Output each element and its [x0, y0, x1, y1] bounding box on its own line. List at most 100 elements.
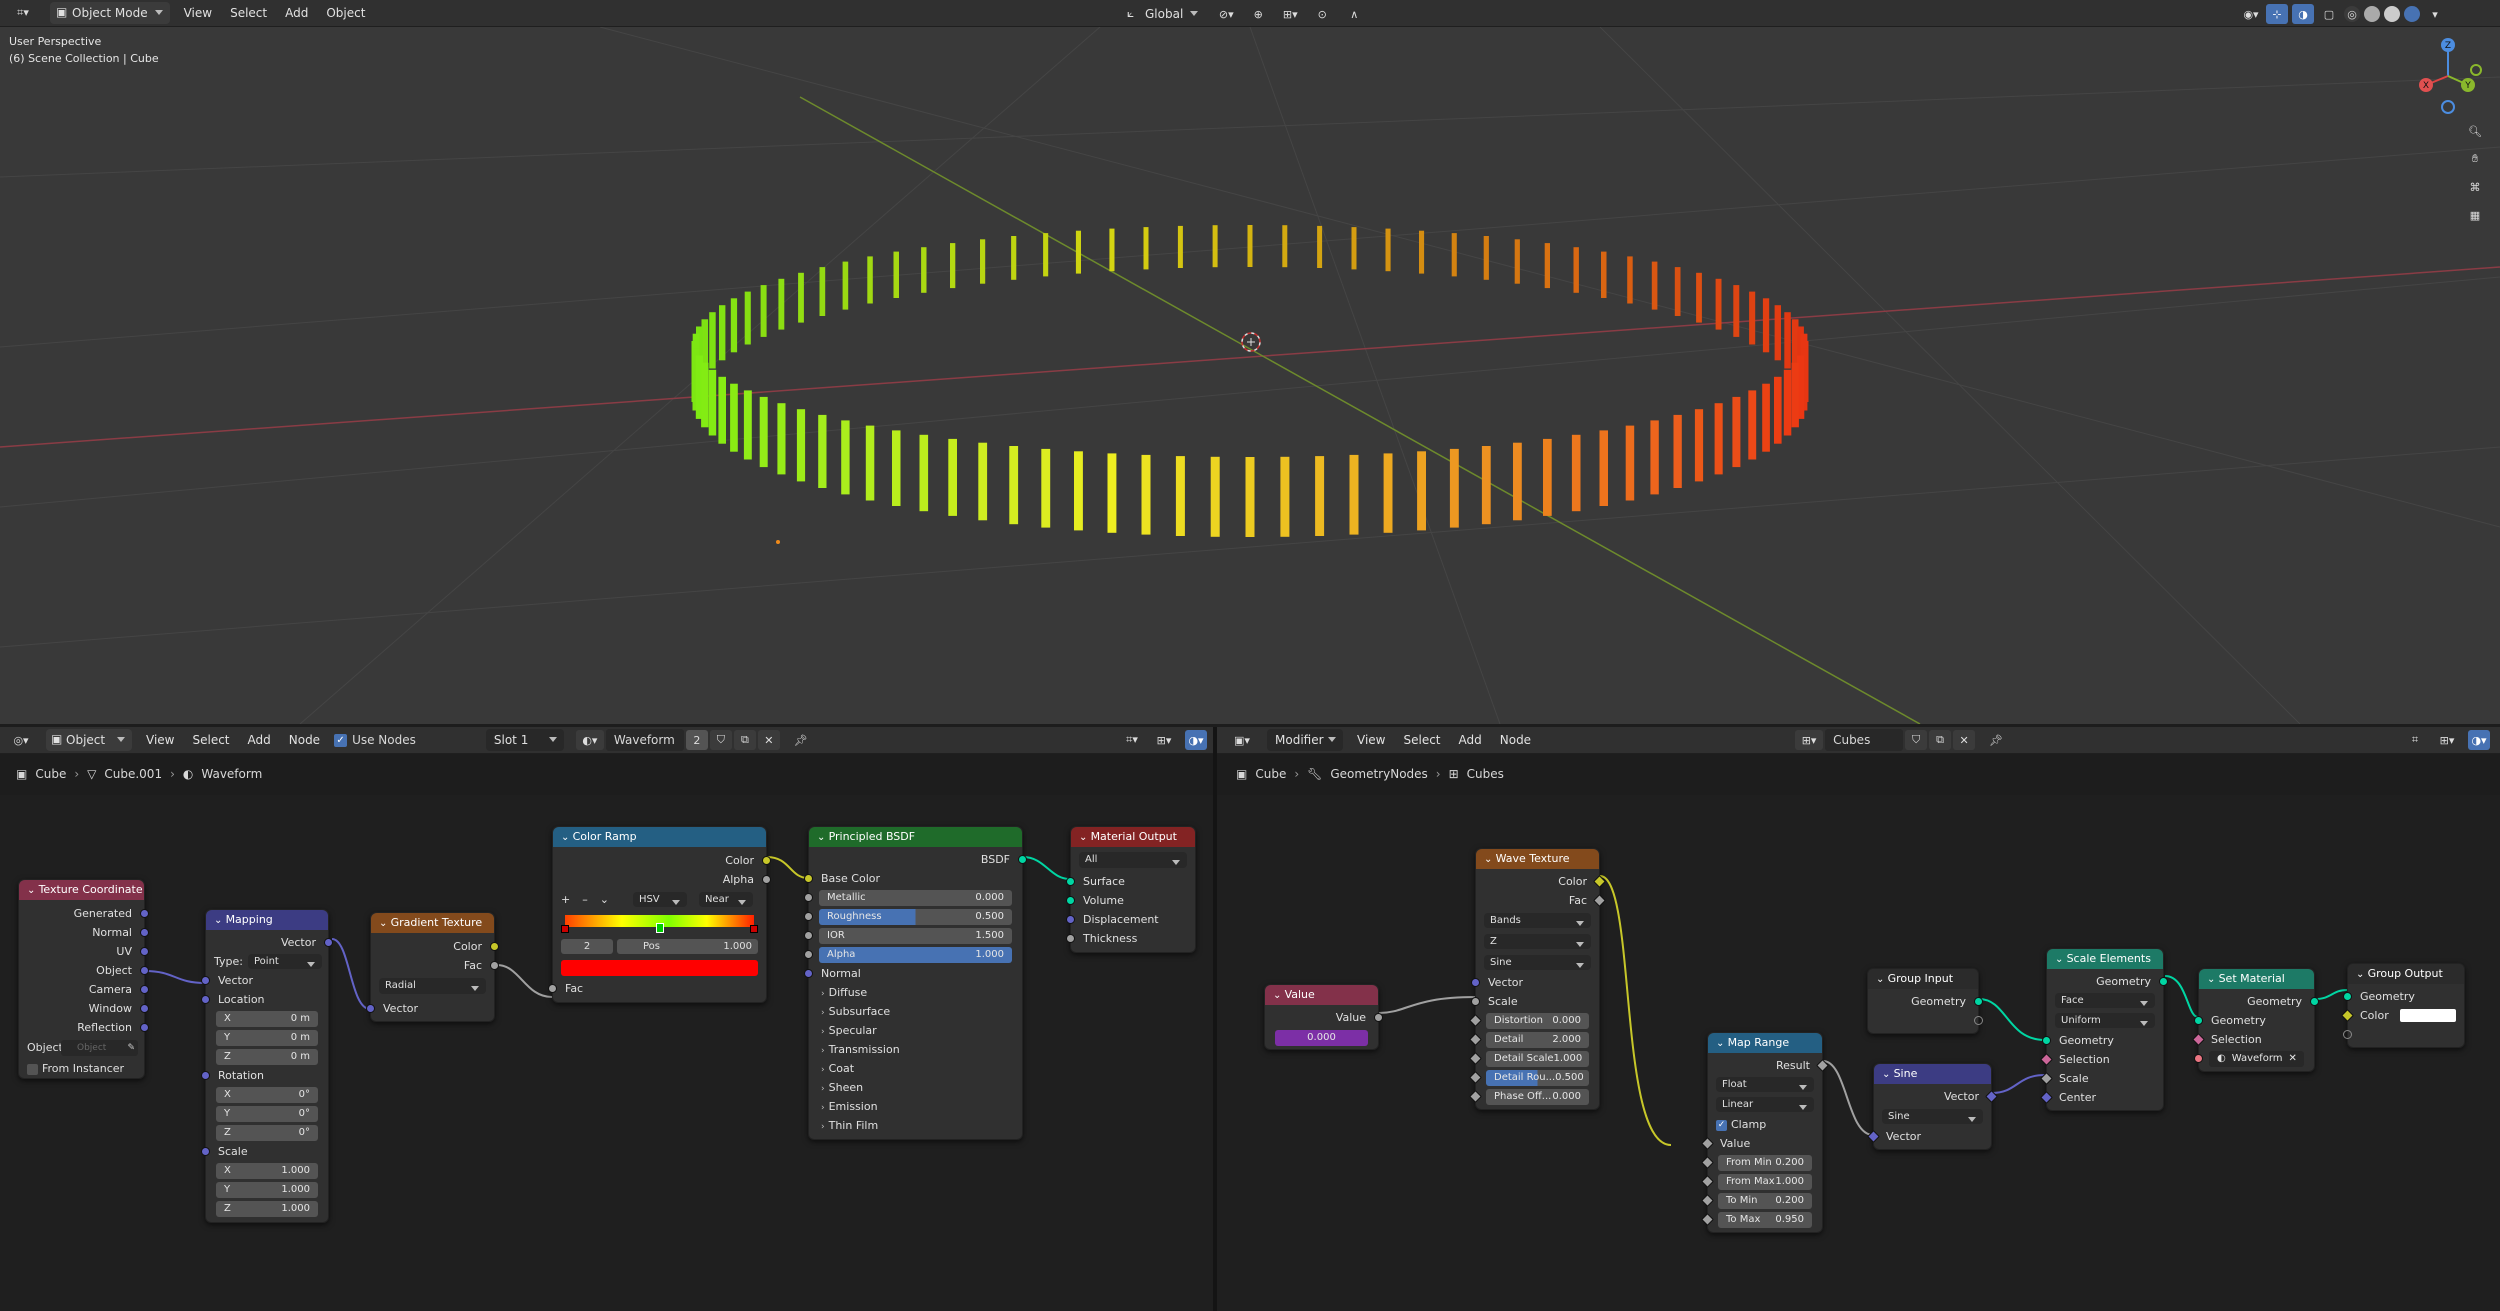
wireframe-shading-icon[interactable]: ◎ [2344, 6, 2360, 22]
gradient-texture-node[interactable]: Gradient Texture Color Fac Radial Vector [366, 912, 499, 1022]
proportional-edit-icon[interactable]: ⊙ [1311, 4, 1333, 24]
output-socket[interactable] [140, 1023, 149, 1032]
ramp-stop-marker-icon[interactable] [750, 925, 758, 933]
scl-x[interactable]: X 1.000 [206, 1161, 328, 1180]
geo-duplicate-icon[interactable]: ⧉ [1929, 730, 1952, 750]
color-ramp-node[interactable]: Color Ramp Color Alpha + – ⌄ HSV Near 2 … [548, 826, 771, 1003]
duplicate-material-icon[interactable]: ⧉ [733, 730, 756, 750]
node-title[interactable]: Gradient Texture [371, 913, 494, 933]
geometry-node-canvas[interactable]: Value Value 0.000 Wave Texture Color Fac… [1217, 795, 2500, 1311]
shader-menu-add[interactable]: Add [244, 731, 275, 749]
node-title[interactable]: Mapping [206, 910, 328, 930]
input-ior[interactable]: IOR 1.500 [804, 926, 1022, 945]
input-from-max[interactable]: From Max 1.000 [1701, 1172, 1822, 1191]
slot-dropdown[interactable]: Slot 1 [485, 729, 564, 751]
empty-socket[interactable] [2343, 1030, 2352, 1039]
input-socket[interactable] [366, 1004, 375, 1013]
mapping-type-dropdown[interactable]: Point [248, 954, 322, 969]
loc-z[interactable]: Z 0 m [206, 1047, 328, 1066]
clamp-checkbox-row[interactable]: ✓ Clamp [1708, 1115, 1822, 1134]
panel-subsurface[interactable]: › Subsurface [809, 1002, 1022, 1021]
sine-node[interactable]: Sine Vector Sine Vector [1867, 1063, 1998, 1150]
wave-direction-dropdown[interactable]: Z [1484, 934, 1591, 949]
menu-add[interactable]: Add [281, 4, 312, 22]
overlay-toggle-shader-icon[interactable]: ◑▾ [1185, 730, 1207, 750]
material-shading-icon[interactable] [2384, 6, 2400, 22]
input-alpha[interactable]: Alpha 1.000 [804, 945, 1022, 964]
node-title[interactable]: Group Output [2348, 964, 2464, 984]
editor-type-button[interactable]: ⌗▾ [6, 3, 40, 23]
input-detail[interactable]: Detail 2.000 [1469, 1030, 1599, 1049]
input-from-min[interactable]: From Min 0.200 [1701, 1153, 1822, 1172]
input-socket[interactable] [1471, 978, 1480, 987]
output-socket[interactable] [324, 938, 333, 947]
material-output-node[interactable]: Material Output All Surface Volume Displ… [1066, 826, 1196, 953]
remove-stop-button[interactable]: – [582, 890, 588, 909]
value-node[interactable]: Value Value 0.000 [1264, 984, 1383, 1050]
solid-shading-icon[interactable] [2364, 6, 2380, 22]
node-title[interactable]: Texture Coordinate [19, 880, 144, 900]
map-range-node[interactable]: Map Range Result Float Linear ✓ Clamp Val… [1701, 1032, 1829, 1233]
data-type-dropdown[interactable]: Float [1716, 1077, 1814, 1092]
snap-target-icon[interactable]: ⊞▾ [1279, 4, 1301, 24]
mode-dropdown[interactable]: ▣ Object Mode [50, 2, 170, 24]
output-socket[interactable] [140, 1004, 149, 1013]
geo-editor-type-icon[interactable]: ▣▾ [1227, 730, 1257, 750]
navigation-gizmo[interactable]: Z X Y [2410, 36, 2490, 116]
wave-profile-dropdown[interactable]: Sine [1484, 955, 1591, 970]
scl-z[interactable]: Z 1.000 [206, 1199, 328, 1218]
eyedropper-icon[interactable]: ✎ [127, 1040, 135, 1056]
fake-user-shield-icon[interactable]: ⛉ [709, 730, 732, 750]
geo-overlay-toggle-icon[interactable]: ◑▾ [2468, 730, 2490, 750]
color-mode-dropdown[interactable]: HSV [632, 891, 687, 907]
rot-z[interactable]: Z 0° [206, 1123, 328, 1142]
overlay-icon-shader[interactable]: ⊞▾ [1153, 730, 1175, 750]
loc-x[interactable]: X 0 m [206, 1009, 328, 1028]
xray-icon[interactable]: ▢ [2318, 4, 2340, 24]
output-socket[interactable] [140, 966, 149, 975]
panel-sheen[interactable]: › Sheen [809, 1078, 1022, 1097]
shader-object-dropdown[interactable]: ▣ Object [46, 729, 132, 751]
input-socket[interactable] [804, 950, 813, 959]
pan-hand-icon[interactable]: ✋︎ [2464, 149, 2486, 169]
interpolation-type-dropdown[interactable]: Linear [1716, 1097, 1814, 1112]
input-material[interactable]: ◐ Waveform ✕ [2194, 1049, 2314, 1068]
wave-type-dropdown[interactable]: Bands [1484, 913, 1591, 928]
node-title[interactable]: Value [1265, 985, 1378, 1005]
snap-icon[interactable]: ⊕ [1247, 4, 1269, 24]
stop-color-swatch[interactable] [561, 960, 758, 976]
interpolation-dropdown[interactable]: Near [698, 891, 753, 907]
snap-icon-shader[interactable]: ⌗▾ [1121, 730, 1143, 750]
geo-menu-add[interactable]: Add [1455, 731, 1486, 749]
shader-node-canvas[interactable]: Texture Coordinate Generated Normal UV O… [0, 795, 1213, 1311]
output-socket[interactable] [490, 942, 499, 951]
output-socket[interactable] [140, 985, 149, 994]
shader-menu-select[interactable]: Select [188, 731, 233, 749]
output-socket[interactable] [1018, 855, 1027, 864]
input-socket[interactable] [804, 893, 813, 902]
object-picker[interactable]: Object ✎ [61, 1040, 138, 1056]
output-socket[interactable] [140, 928, 149, 937]
rot-x[interactable]: X 0° [206, 1085, 328, 1104]
set-material-node[interactable]: Set Material Geometry Geometry Selection… [2192, 968, 2319, 1072]
input-socket[interactable] [201, 976, 210, 985]
texture-coordinate-node[interactable]: Texture Coordinate Generated Normal UV O… [18, 879, 149, 1079]
input-socket[interactable] [804, 912, 813, 921]
geo-fake-user-icon[interactable]: ⛉ [1905, 730, 1928, 750]
scl-y[interactable]: Y 1.000 [206, 1180, 328, 1199]
input-socket[interactable] [2194, 1016, 2203, 1025]
geo-unlink-icon[interactable]: ✕ [1953, 730, 1976, 750]
zoom-icon[interactable]: 🔍︎ [2464, 121, 2486, 141]
output-socket[interactable] [140, 909, 149, 918]
stop-index-field[interactable]: 2 [561, 939, 613, 954]
ortho-grid-icon[interactable]: ▦ [2464, 205, 2486, 225]
input-metallic[interactable]: Metallic 0.000 [804, 888, 1022, 907]
menu-select[interactable]: Select [226, 4, 271, 22]
panel-transmission[interactable]: › Transmission [809, 1040, 1022, 1059]
node-title[interactable]: Group Input [1868, 969, 1978, 989]
value-field-row[interactable]: 0.000 [1265, 1027, 1378, 1049]
node-title[interactable]: Scale Elements [2047, 949, 2163, 969]
input-phase-offset[interactable]: Phase Off... 0.000 [1469, 1087, 1599, 1106]
output-socket[interactable] [1974, 997, 1983, 1006]
loc-y[interactable]: Y 0 m [206, 1028, 328, 1047]
